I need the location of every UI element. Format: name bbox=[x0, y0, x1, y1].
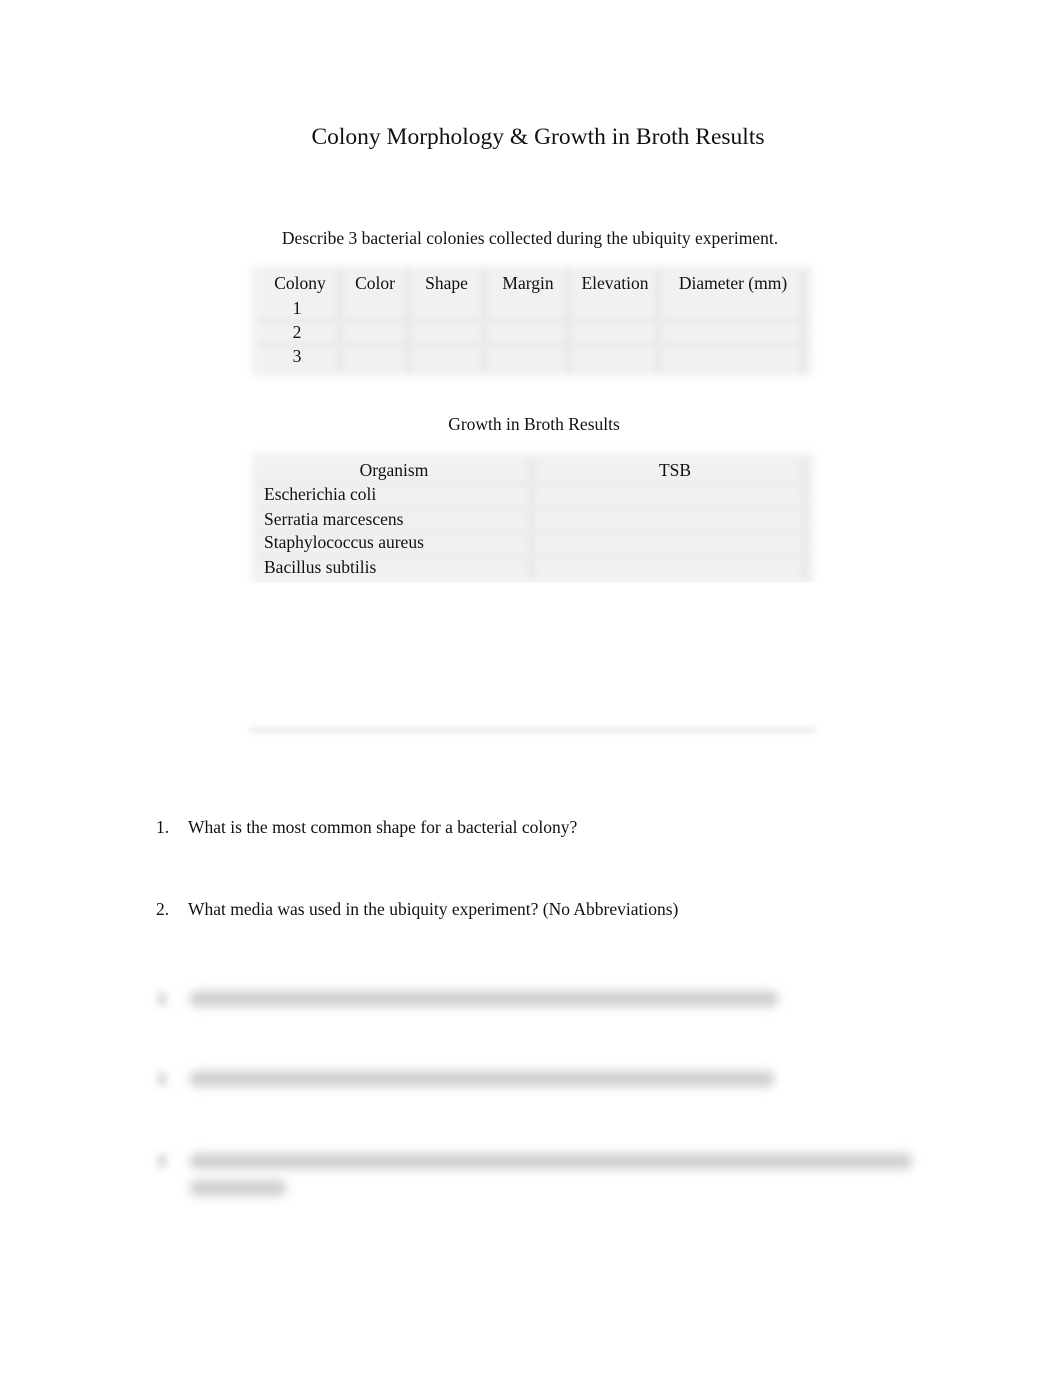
blurred-question-text bbox=[190, 1071, 774, 1087]
organism-name: Bacillus subtilis bbox=[264, 557, 377, 577]
header-shape: Shape bbox=[425, 273, 468, 293]
colony-row-number: 1 bbox=[292, 298, 302, 318]
question-number: 1. bbox=[156, 817, 170, 837]
colony-row-number: 3 bbox=[292, 346, 302, 366]
table-gridline bbox=[258, 319, 806, 323]
blurred-question-number bbox=[158, 992, 166, 1006]
broth-section-title: Growth in Broth Results bbox=[448, 414, 620, 434]
table-gridline bbox=[529, 458, 534, 580]
organism-name: Serratia marcescens bbox=[264, 509, 404, 529]
header-margin: Margin bbox=[502, 273, 554, 293]
table-gridline bbox=[258, 343, 806, 347]
header-color: Color bbox=[355, 273, 395, 293]
organism-name: Staphylococcus aureus bbox=[264, 532, 424, 552]
header-elevation: Elevation bbox=[581, 273, 649, 293]
blurred-question-number bbox=[158, 1072, 166, 1086]
organism-name: Escherichia coli bbox=[264, 484, 377, 504]
header-tsb: TSB bbox=[658, 460, 692, 480]
blurred-question-text bbox=[190, 991, 778, 1007]
blurred-question-number bbox=[158, 1154, 166, 1168]
question-text: What media was used in the ubiquity expe… bbox=[188, 899, 679, 919]
colony-row-number: 2 bbox=[292, 322, 302, 342]
header-organism: Organism bbox=[359, 460, 429, 480]
header-diameter: Diameter (mm) bbox=[678, 273, 788, 293]
question-text: What is the most common shape for a bact… bbox=[188, 817, 578, 837]
blurred-question-text bbox=[190, 1153, 912, 1169]
question-number: 2. bbox=[156, 899, 170, 919]
redacted-area bbox=[240, 583, 830, 733]
colony-instruction: Describe 3 bacterial colonies collected … bbox=[281, 228, 779, 248]
table-bottom-border bbox=[250, 728, 816, 732]
header-colony: Colony bbox=[274, 273, 326, 293]
page-title: Colony Morphology & Growth in Broth Resu… bbox=[311, 124, 765, 150]
blurred-question-text bbox=[190, 1180, 286, 1196]
